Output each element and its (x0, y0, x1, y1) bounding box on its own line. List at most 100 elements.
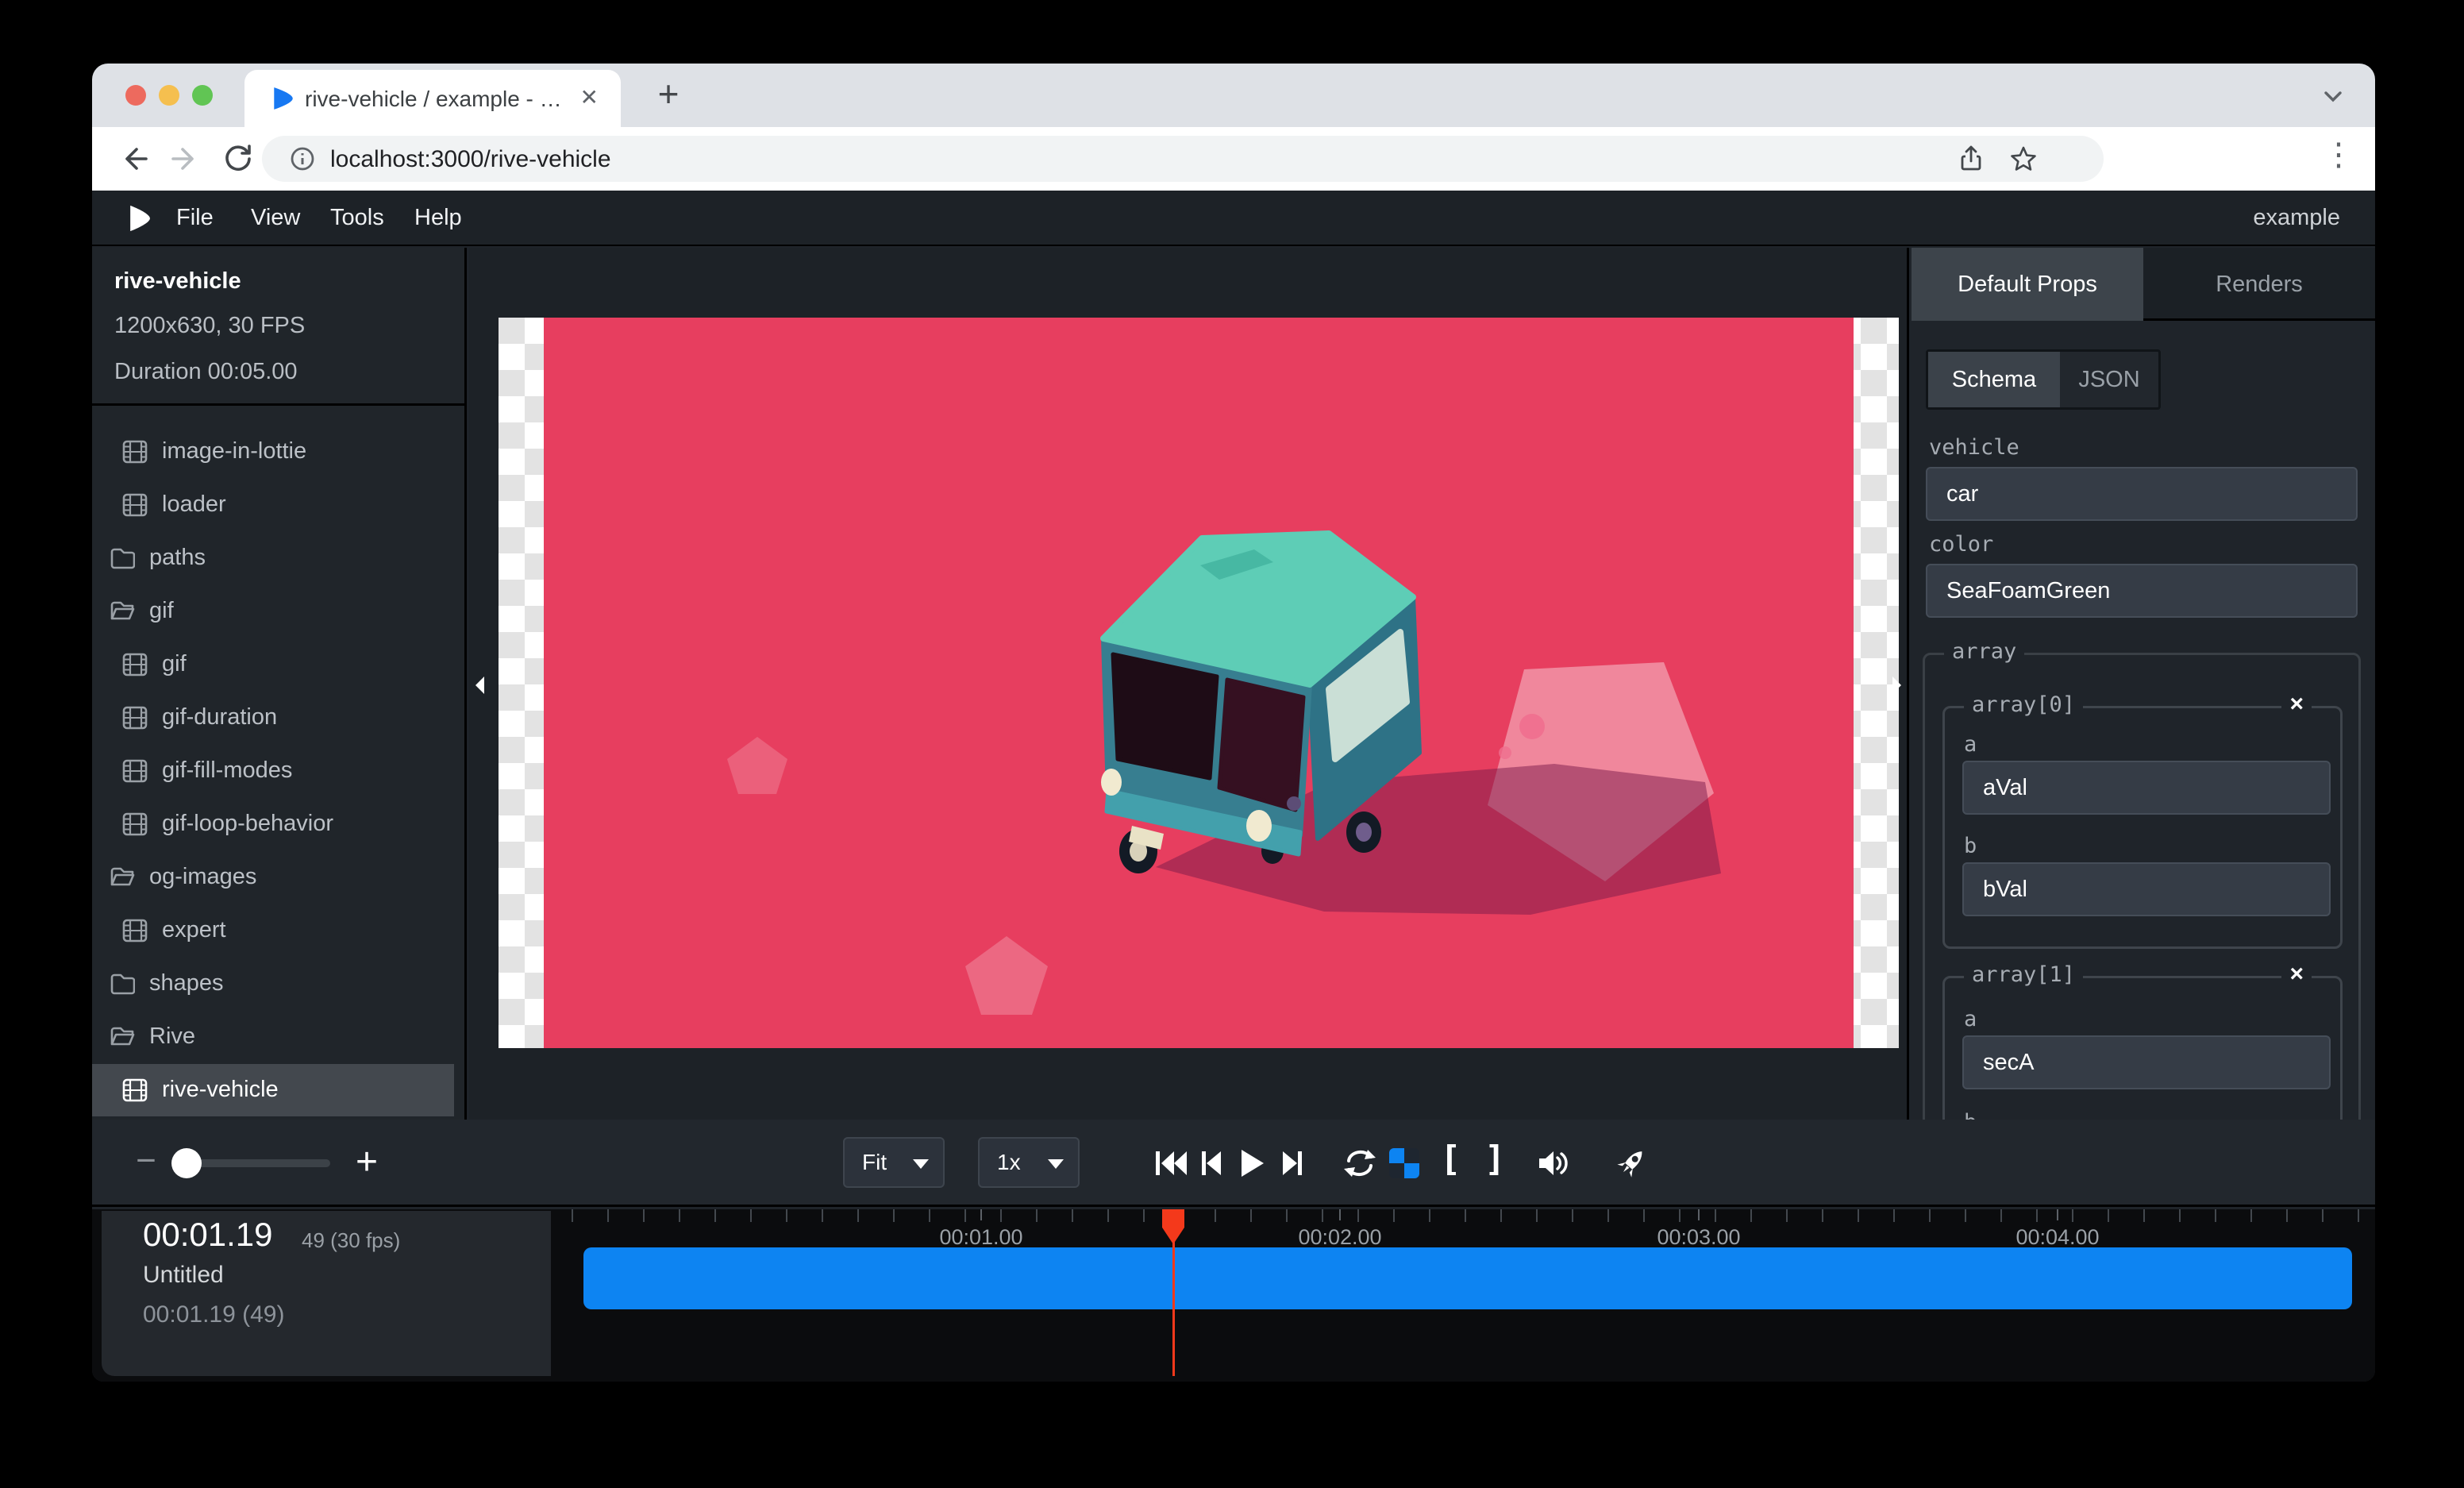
bundle-name-label: example (2253, 205, 2340, 231)
browser-toolbar: localhost:3000/rive-vehicle ⋮ (92, 127, 2375, 191)
array-fieldset: array array[0] × a b array[1] × a b (1923, 653, 2361, 1120)
array-1-remove-icon[interactable]: × (2281, 961, 2312, 988)
back-icon[interactable] (116, 141, 151, 176)
tab-close-icon[interactable]: ✕ (580, 84, 599, 110)
maximize-window-button[interactable] (192, 85, 213, 106)
close-window-button[interactable] (125, 85, 146, 106)
forward-icon[interactable] (168, 141, 203, 176)
track-name[interactable]: Untitled (143, 1262, 224, 1289)
sidebar-item-rive-vehicle[interactable]: rive-vehicle (92, 1064, 454, 1116)
sidebar-item-loader[interactable]: loader (92, 479, 454, 531)
timeline-info-panel: 00:01.19 49 (30 fps) Untitled 00:01.19 (… (102, 1211, 551, 1376)
tab-search-chevron-icon[interactable] (2320, 83, 2347, 110)
sidebar-item-expert[interactable]: expert (92, 904, 454, 957)
array-1-a-input[interactable] (1962, 1035, 2331, 1089)
share-icon[interactable] (1958, 145, 1985, 172)
divider (92, 403, 464, 406)
sidebar-folder-shapes[interactable]: shapes (92, 958, 454, 1010)
bookmark-star-icon[interactable] (2010, 145, 2037, 172)
sidebar-item-gif[interactable]: gif (92, 638, 454, 691)
studio-menu-bar: File View Tools Help example (92, 191, 2375, 246)
array-1-legend: array[1] (1964, 962, 2083, 987)
browser-tab[interactable]: rive-vehicle / example - Remoti ✕ (244, 70, 621, 127)
sidebar-item-gif-loop-behavior[interactable]: gif-loop-behavior (92, 798, 454, 850)
menu-view[interactable]: View (251, 205, 300, 231)
field-label-vehicle: vehicle (1929, 435, 2019, 460)
volume-icon[interactable] (1535, 1145, 1572, 1182)
array-0-remove-icon[interactable]: × (2281, 691, 2312, 718)
fast-refresh-icon[interactable] (1613, 1145, 1650, 1182)
color-input[interactable] (1926, 564, 2358, 618)
field-label-color: color (1929, 532, 1993, 557)
sidebar-folder-gif[interactable]: gif (92, 585, 454, 638)
array-0-a-input[interactable] (1962, 761, 2331, 815)
playback-controls: − + Fit 1x (92, 1120, 2375, 1207)
zoom-slider-knob[interactable] (171, 1148, 202, 1178)
vehicle-input[interactable] (1926, 467, 2358, 521)
sidebar-folder-rive[interactable]: Rive (92, 1011, 454, 1063)
pentagon-bottom (965, 936, 1048, 1015)
jump-to-end-icon[interactable] (1275, 1145, 1311, 1182)
remotion-favicon-icon (271, 86, 295, 111)
composition-canvas (499, 318, 1899, 1048)
current-frame-label: 49 (30 fps) (302, 1228, 400, 1253)
composition-name: rive-vehicle (114, 268, 241, 295)
remotion-logo-icon[interactable] (129, 203, 151, 233)
menu-tools[interactable]: Tools (330, 205, 384, 231)
transparency-checker-icon[interactable] (1389, 1148, 1419, 1178)
toggle-json[interactable]: JSON (2060, 352, 2158, 407)
sidebar-folder-paths[interactable]: paths (92, 532, 454, 584)
ruler-label-2s: 00:02.00 (1276, 1225, 1403, 1250)
new-tab-button[interactable]: + (648, 75, 689, 116)
vehicle-illustration (499, 318, 1899, 1048)
chevron-down-icon (1048, 1159, 1064, 1169)
out-marker-icon[interactable]: ] (1484, 1139, 1506, 1179)
array-legend: array (1944, 639, 2024, 664)
sidebar-item-gif-fill-modes[interactable]: gif-fill-modes (92, 745, 454, 797)
previous-frame-icon[interactable] (1192, 1145, 1229, 1182)
site-info-icon[interactable] (289, 145, 316, 172)
sidebar-folder-og-images[interactable]: og-images (92, 851, 454, 904)
in-marker-icon[interactable]: [ (1440, 1139, 1461, 1179)
toggle-schema[interactable]: Schema (1928, 352, 2060, 407)
screenshot-root: rive-vehicle / example - Remoti ✕ + (0, 0, 2464, 1488)
collapse-left-panel-icon[interactable] (473, 675, 486, 696)
browser-menu-icon[interactable]: ⋮ (2323, 137, 2354, 173)
reload-icon[interactable] (221, 141, 256, 176)
array-0-b-input[interactable] (1962, 862, 2331, 916)
timeline-ruler[interactable] (572, 1209, 2375, 1222)
composition-meta: 1200x630, 30 FPS (114, 313, 305, 339)
playback-rate-dropdown[interactable]: 1x (978, 1137, 1080, 1188)
loop-icon[interactable] (1342, 1145, 1378, 1182)
address-bar[interactable]: localhost:3000/rive-vehicle (262, 136, 2104, 182)
zoom-in-button[interactable]: + (349, 1145, 384, 1180)
playhead-handle[interactable] (1162, 1209, 1184, 1244)
props-tabs: Default Props Renders (1912, 248, 2375, 321)
menu-help[interactable]: Help (414, 205, 462, 231)
field-label-a: a (1964, 1007, 1977, 1031)
collapse-right-panel-icon[interactable] (1891, 675, 1904, 696)
field-label-b: b (1964, 1110, 1977, 1120)
ruler-label-3s: 00:03.00 (1635, 1225, 1762, 1250)
timeline-track[interactable] (583, 1247, 2352, 1309)
url-text[interactable]: localhost:3000/rive-vehicle (330, 146, 611, 173)
minimize-window-button[interactable] (159, 85, 179, 106)
browser-window: rive-vehicle / example - Remoti ✕ + (92, 64, 2375, 1382)
schema-json-toggle: Schema JSON (1926, 349, 2161, 410)
play-icon[interactable] (1232, 1145, 1269, 1182)
zoom-out-button[interactable]: − (130, 1150, 162, 1177)
fit-dropdown[interactable]: Fit (843, 1137, 945, 1188)
menu-file[interactable]: File (176, 205, 214, 231)
composition-duration: Duration 00:05.00 (114, 359, 298, 385)
tab-renders[interactable]: Renders (2143, 248, 2375, 321)
props-panel: Default Props Renders Schema JSON vehicl… (1912, 248, 2375, 1120)
van-group (1101, 534, 1419, 873)
composition-list: image-in-lottie loader paths gif gif gif… (92, 407, 464, 1120)
sidebar-item-gif-duration[interactable]: gif-duration (92, 692, 454, 744)
jump-to-start-icon[interactable] (1153, 1145, 1189, 1182)
preview-area (469, 248, 1909, 1120)
compositions-sidebar: rive-vehicle 1200x630, 30 FPS Duration 0… (92, 248, 467, 1120)
tab-default-props[interactable]: Default Props (1912, 248, 2143, 321)
sidebar-item-image-in-lottie[interactable]: image-in-lottie (92, 426, 454, 478)
browser-tab-strip: rive-vehicle / example - Remoti ✕ + (92, 64, 2375, 127)
